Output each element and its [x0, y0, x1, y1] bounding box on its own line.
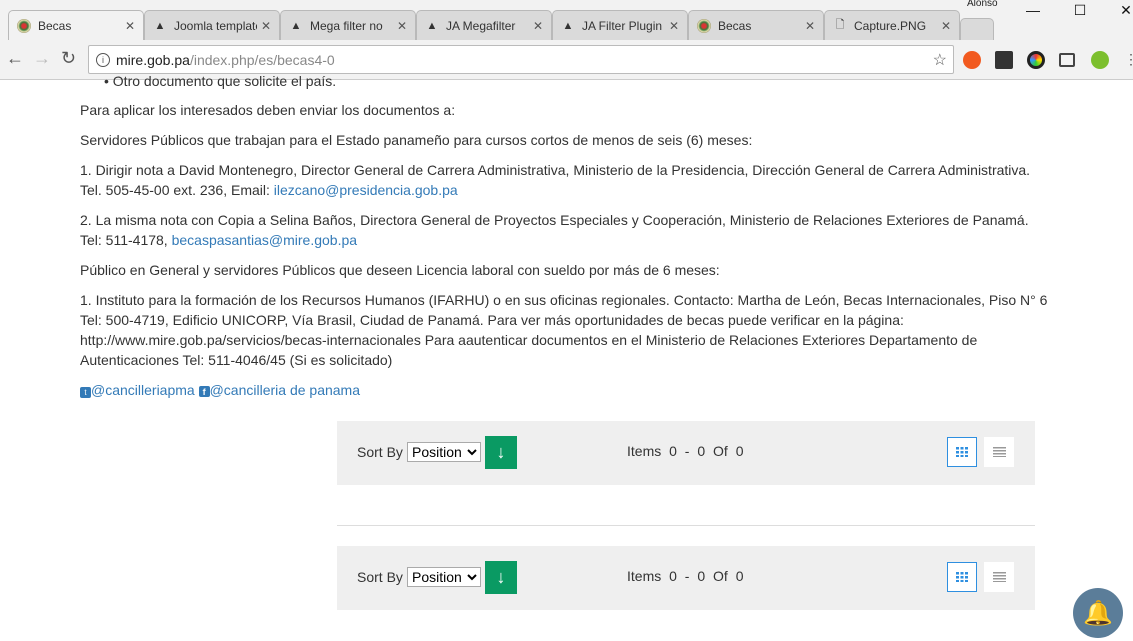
extension-fire-icon[interactable]: [963, 51, 981, 69]
close-tab-icon[interactable]: ✕: [805, 19, 815, 33]
notification-bell-button[interactable]: 🔔: [1073, 588, 1123, 638]
grid-view-button[interactable]: [947, 562, 977, 592]
extension-color-icon[interactable]: [1027, 51, 1045, 69]
list-view-button[interactable]: [984, 562, 1014, 592]
address-bar[interactable]: i mire.gob.pa/index.php/es/becas4-0 ☆: [88, 45, 954, 74]
facebook-link[interactable]: @cancilleria de panama: [210, 382, 360, 398]
close-tab-icon[interactable]: ✕: [941, 19, 951, 33]
list-item: • Otro documento que solicite el país.: [104, 73, 337, 89]
close-tab-icon[interactable]: ✕: [397, 19, 407, 33]
paragraph: Servidores Públicos que trabajan para el…: [80, 132, 753, 148]
file-icon: 🗋: [835, 19, 845, 31]
profile-name[interactable]: Alonso: [967, 0, 998, 9]
paragraph: Para aplicar los interesados deben envia…: [80, 102, 456, 118]
paragraph: 1. Instituto para la formación de los Re…: [80, 292, 1048, 368]
grid-icon: [956, 572, 968, 582]
items-count: Items 0 - 0 Of 0: [627, 568, 744, 584]
back-button[interactable]: ←: [6, 48, 24, 69]
joomlart-icon: ▲: [290, 19, 302, 32]
joomlart-icon: ▲: [154, 19, 166, 32]
sort-select[interactable]: Position: [407, 442, 481, 462]
reload-button[interactable]: ↻: [61, 48, 76, 69]
arrow-down-icon: ↓: [496, 442, 506, 462]
tab-becas-2[interactable]: Becas ✕: [688, 10, 824, 40]
list-icon: [992, 572, 1006, 582]
list-view-button[interactable]: [984, 437, 1014, 467]
close-tab-icon[interactable]: ✕: [261, 19, 271, 33]
forward-button[interactable]: →: [33, 48, 51, 69]
joomlart-icon: ▲: [562, 19, 574, 32]
extension-film-icon[interactable]: [995, 51, 1013, 69]
social-links: t @cancilleriapma f @cancilleria de panama: [80, 380, 1060, 400]
seal-icon: [697, 18, 711, 33]
grid-view-button[interactable]: [947, 437, 977, 467]
paragraph: 1. Dirigir nota a David Montenegro, Dire…: [80, 162, 1031, 198]
new-tab-button[interactable]: [960, 18, 994, 40]
extension-capture-icon[interactable]: [1059, 53, 1075, 67]
seal-icon: [17, 18, 31, 33]
close-window-button[interactable]: ✕: [1103, 0, 1133, 20]
sort-direction-button[interactable]: ↓: [485, 561, 517, 594]
facebook-icon: f: [198, 386, 210, 397]
info-icon[interactable]: i: [96, 52, 110, 67]
arrow-down-icon: ↓: [496, 567, 506, 587]
bookmark-star-icon[interactable]: ☆: [933, 50, 947, 70]
tab-becas[interactable]: Becas ✕: [8, 10, 144, 40]
list-icon: [992, 447, 1006, 457]
email-link[interactable]: ilezcano@presidencia.gob.pa: [274, 182, 458, 198]
joomlart-icon: ▲: [426, 19, 438, 32]
twitter-link[interactable]: @cancilleriapma: [91, 382, 195, 398]
twitter-icon: t: [80, 387, 91, 398]
divider: [337, 525, 1035, 526]
grid-icon: [956, 447, 968, 457]
minimize-button[interactable]: —: [1010, 0, 1056, 20]
paragraph: Público en General y servidores Públicos…: [80, 262, 720, 278]
sort-direction-button[interactable]: ↓: [485, 436, 517, 469]
paragraph: 2. La misma nota con Copia a Selina Baño…: [80, 212, 1029, 248]
items-count: Items 0 - 0 Of 0: [627, 443, 744, 459]
tab-ja-filter-plugin[interactable]: ▲ JA Filter Plugin ✕: [552, 10, 688, 40]
tab-ja-megafilter[interactable]: ▲ JA Megafilter ✕: [416, 10, 552, 40]
menu-icon[interactable]: ⋮: [1124, 51, 1133, 68]
tab-joomla[interactable]: ▲ Joomla template ✕: [144, 10, 280, 40]
sort-select[interactable]: Position: [407, 567, 481, 587]
close-tab-icon[interactable]: ✕: [125, 19, 135, 33]
sort-toolbar-bottom: Sort By Position ↓ Items 0 - 0 Of 0: [337, 546, 1035, 610]
close-tab-icon[interactable]: ✕: [669, 19, 679, 33]
close-tab-icon[interactable]: ✕: [533, 19, 543, 33]
tab-capture[interactable]: 🗋 Capture.PNG ✕: [824, 10, 960, 40]
bell-icon: 🔔: [1083, 599, 1113, 627]
maximize-button[interactable]: ☐: [1057, 0, 1103, 20]
tab-mega-filter[interactable]: ▲ Mega filter no ✕: [280, 10, 416, 40]
extension-green-icon[interactable]: [1091, 51, 1109, 69]
email-link[interactable]: becaspasantias@mire.gob.pa: [172, 232, 357, 248]
sort-toolbar-top: Sort By Position ↓ Items 0 - 0 Of 0: [337, 421, 1035, 485]
tab-strip: Becas ✕ ▲ Joomla template ✕ ▲ Mega filter no…: [0, 0, 1133, 40]
